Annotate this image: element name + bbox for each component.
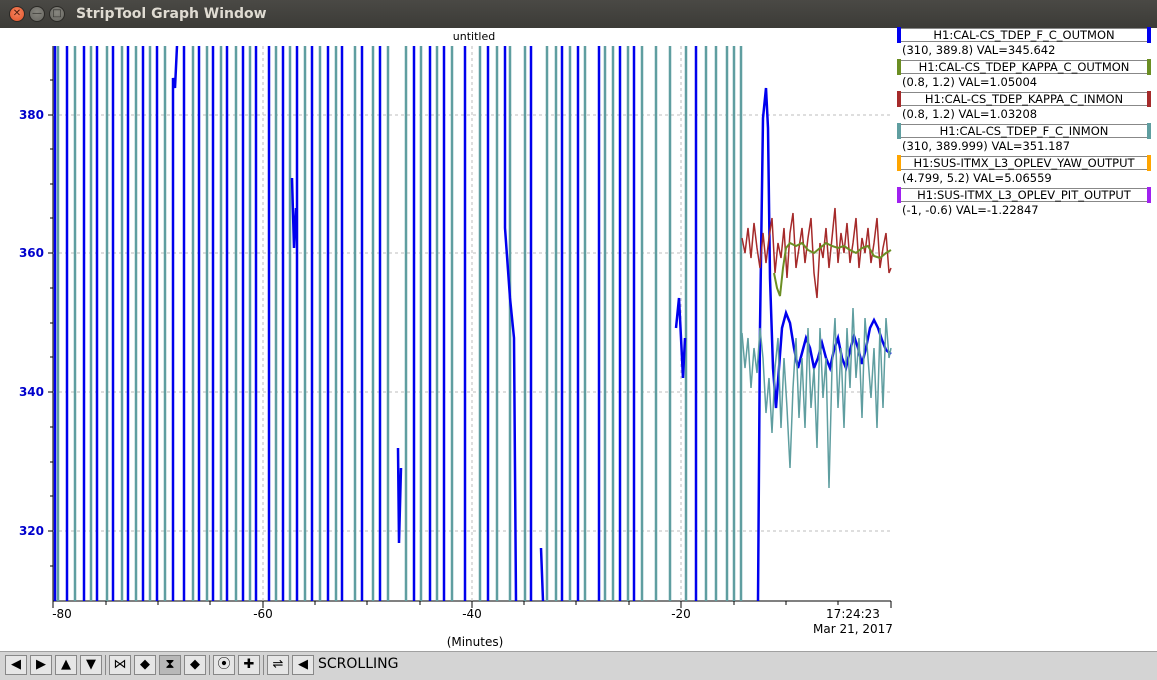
maximize-icon[interactable]: □: [49, 6, 65, 22]
minimize-icon[interactable]: —: [29, 6, 45, 22]
refresh-icon[interactable]: ⇌: [267, 655, 289, 675]
legend-name[interactable]: H1:CAL-CS_TDEP_KAPPA_C_INMON: [899, 92, 1149, 106]
y-tick-label-320: 320: [19, 524, 44, 538]
chart-title: untitled: [453, 30, 495, 43]
x-tick-label-20: -20: [671, 607, 691, 621]
legend-color-swatch: [897, 123, 901, 139]
auto-scale-icon[interactable]: ⦿: [213, 655, 235, 675]
strip-chart[interactable]: untitled 380 360 340 320 -80 -60 -40 -20…: [0, 28, 897, 651]
pan-left-icon[interactable]: ◀: [5, 655, 27, 675]
legend-name[interactable]: H1:CAL-CS_TDEP_F_C_OUTMON: [899, 28, 1149, 42]
toolbar-separator: [263, 655, 264, 675]
legend-name[interactable]: H1:SUS-ITMX_L3_OPLEV_PIT_OUTPUT: [899, 188, 1149, 202]
date-label: Mar 21, 2017: [813, 622, 893, 636]
legend-entry-f-c-outmon[interactable]: H1:CAL-CS_TDEP_F_C_OUTMON (310, 389.8) V…: [897, 27, 1157, 60]
y-tick-label-380: 380: [19, 108, 44, 122]
pan-down-icon[interactable]: ▼: [80, 655, 102, 675]
x-tick-label-80: -80: [52, 607, 72, 621]
zoom-out-y-icon[interactable]: ◆: [184, 655, 206, 675]
x-tick-label-60: -60: [253, 607, 273, 621]
time-label: 17:24:23: [826, 607, 880, 621]
legend-entry-oplev-yaw[interactable]: H1:SUS-ITMX_L3_OPLEV_YAW_OUTPUT (4.799, …: [897, 155, 1157, 188]
legend-color-swatch: [897, 187, 901, 203]
back-icon[interactable]: ◀: [292, 655, 314, 675]
close-icon[interactable]: ✕: [9, 6, 25, 22]
y-tick-label-360: 360: [19, 246, 44, 260]
legend-range: (0.8, 1.2) VAL=1.03208: [902, 107, 1038, 121]
legend-color-swatch: [897, 27, 901, 43]
legend-color-swatch: [1147, 123, 1151, 139]
legend-name[interactable]: H1:CAL-CS_TDEP_KAPPA_C_OUTMON: [899, 60, 1149, 74]
legend-color-swatch: [1147, 187, 1151, 203]
legend-name[interactable]: H1:SUS-ITMX_L3_OPLEV_YAW_OUTPUT: [899, 156, 1149, 170]
pan-right-icon[interactable]: ▶: [30, 655, 52, 675]
legend-color-swatch: [897, 155, 901, 171]
toolbar: ◀ ▶ ▲ ▼ ⋈ ◆ ⧗ ◆ ⦿ ✚ ⇌ ◀ SCROLLING: [0, 651, 1157, 680]
legend-entry-f-c-inmon[interactable]: H1:CAL-CS_TDEP_F_C_INMON (310, 389.999) …: [897, 123, 1157, 156]
zoom-out-x-icon[interactable]: ◆: [134, 655, 156, 675]
legend-range: (310, 389.999) VAL=351.187: [902, 139, 1071, 153]
legend-entry-oplev-pit[interactable]: H1:SUS-ITMX_L3_OPLEV_PIT_OUTPUT (-1, -0.…: [897, 187, 1157, 220]
legend-range: (310, 389.8) VAL=345.642: [902, 43, 1056, 57]
legend-color-swatch: [1147, 27, 1151, 43]
pan-up-icon[interactable]: ▲: [55, 655, 77, 675]
toolbar-separator: [209, 655, 210, 675]
legend-range: (-1, -0.6) VAL=-1.22847: [902, 203, 1039, 217]
title-bar: ✕ — □ StripTool Graph Window: [0, 0, 1157, 28]
legend-entry-kappa-c-inmon[interactable]: H1:CAL-CS_TDEP_KAPPA_C_INMON (0.8, 1.2) …: [897, 91, 1157, 124]
x-tick-label-40: -40: [462, 607, 482, 621]
legend-entry-kappa-c-outmon[interactable]: H1:CAL-CS_TDEP_KAPPA_C_OUTMON (0.8, 1.2)…: [897, 59, 1157, 92]
toolbar-separator: [105, 655, 106, 675]
legend-range: (0.8, 1.2) VAL=1.05004: [902, 75, 1038, 89]
legend-color-swatch: [1147, 91, 1151, 107]
x-axis-label: (Minutes): [447, 635, 504, 649]
add-curve-icon[interactable]: ✚: [238, 655, 260, 675]
legend-color-swatch: [1147, 155, 1151, 171]
scrolling-status: SCROLLING: [318, 656, 399, 672]
zoom-in-y-icon[interactable]: ⧗: [159, 655, 181, 675]
legend-color-swatch: [897, 91, 901, 107]
legend: H1:CAL-CS_TDEP_F_C_OUTMON (310, 389.8) V…: [897, 27, 1157, 220]
zoom-in-x-icon[interactable]: ⋈: [109, 655, 131, 675]
legend-range: (4.799, 5.2) VAL=5.06559: [902, 171, 1052, 185]
legend-name[interactable]: H1:CAL-CS_TDEP_F_C_INMON: [899, 124, 1149, 138]
legend-color-swatch: [1147, 59, 1151, 75]
legend-color-swatch: [897, 59, 901, 75]
y-tick-label-340: 340: [19, 385, 44, 399]
window-title: StripTool Graph Window: [76, 6, 267, 22]
